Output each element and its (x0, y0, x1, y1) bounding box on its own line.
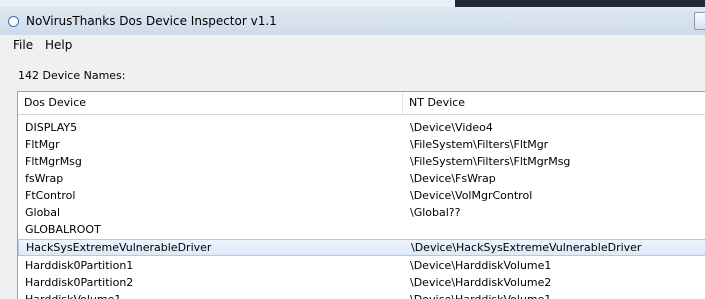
list-rows: DISPLAY5 \Device\Video4 FltMgr \FileSystem\… (18, 119, 705, 299)
dos-device-cell: GLOBALROOT (25, 223, 101, 236)
table-row[interactable]: DISPLAY5 \Device\Video4 (18, 119, 705, 136)
menu-file[interactable]: File (13, 38, 33, 52)
dos-device-cell: Harddisk0Partition1 (25, 259, 134, 272)
nt-device-cell: \Device\HarddiskVolume1 (410, 259, 552, 272)
table-row[interactable]: Harddisk0Partition1 \Device\HarddiskVolum… (18, 257, 705, 274)
column-header-nt-device[interactable]: NT Device (404, 92, 705, 114)
nt-device-cell: \Device\FsWrap (410, 172, 496, 185)
table-row[interactable]: HackSysExtremeVulnerableDriver \Device\Ha… (18, 239, 705, 256)
dos-device-cell: HackSysExtremeVulnerableDriver (26, 241, 212, 254)
nt-device-cell: \Global?? (410, 206, 461, 219)
nt-device-cell: \FileSystem\Filters\FltMgrMsg (410, 155, 571, 168)
menu-help[interactable]: Help (45, 38, 72, 52)
dos-device-cell: DISPLAY5 (25, 121, 78, 134)
nt-device-cell: \FileSystem\Filters\FltMgr (410, 138, 549, 151)
minimize-button[interactable] (694, 12, 705, 30)
background-strip (0, 0, 705, 7)
table-row[interactable]: Global \Global?? (18, 204, 705, 221)
table-row[interactable]: HarddiskVolume1 \Device\HarddiskVolume1 (18, 291, 705, 299)
background-window-edge (455, 0, 705, 7)
device-list[interactable]: Dos Device NT Device DISPLAY5 \Device\Vid… (17, 91, 705, 299)
column-header-dos-device[interactable]: Dos Device (18, 92, 403, 114)
title-bar[interactable]: NoVirusThanks Dos Device Inspector v1.1 (0, 7, 705, 35)
dos-device-cell: fsWrap (25, 172, 64, 185)
app-icon (8, 16, 19, 27)
menu-bar: File Help (0, 35, 705, 54)
dos-device-cell: HarddiskVolume1 (25, 291, 121, 299)
dos-device-cell: Harddisk0Partition2 (25, 276, 134, 289)
dos-device-cell: FtControl (25, 189, 76, 202)
window-title: NoVirusThanks Dos Device Inspector v1.1 (26, 14, 277, 28)
nt-device-cell: \Device\HarddiskVolume2 (410, 276, 552, 289)
dos-device-cell: FltMgr (25, 138, 60, 151)
dos-device-cell: Global (25, 206, 61, 219)
table-row[interactable]: FltMgr \FileSystem\Filters\FltMgr (18, 136, 705, 153)
table-row[interactable]: fsWrap \Device\FsWrap (18, 170, 705, 187)
nt-device-cell: \Device\Video4 (410, 121, 493, 134)
nt-device-cell: \Device\HackSysExtremeVulnerableDriver (411, 241, 642, 254)
table-row[interactable]: GLOBALROOT (18, 221, 705, 238)
dos-device-cell: FltMgrMsg (25, 155, 82, 168)
app-window: NoVirusThanks Dos Device Inspector v1.1 … (0, 7, 705, 299)
nt-device-cell: \Device\HarddiskVolume1 (410, 291, 551, 299)
nt-device-cell: \Device\VolMgrControl (410, 189, 533, 202)
table-row[interactable]: FltMgrMsg \FileSystem\Filters\FltMgrMsg (18, 153, 705, 170)
table-row[interactable]: FtControl \Device\VolMgrControl (18, 187, 705, 204)
table-row[interactable]: Harddisk0Partition2 \Device\HarddiskVolum… (18, 274, 705, 291)
device-count-label: 142 Device Names: (18, 69, 126, 82)
list-header: Dos Device NT Device (18, 92, 705, 115)
